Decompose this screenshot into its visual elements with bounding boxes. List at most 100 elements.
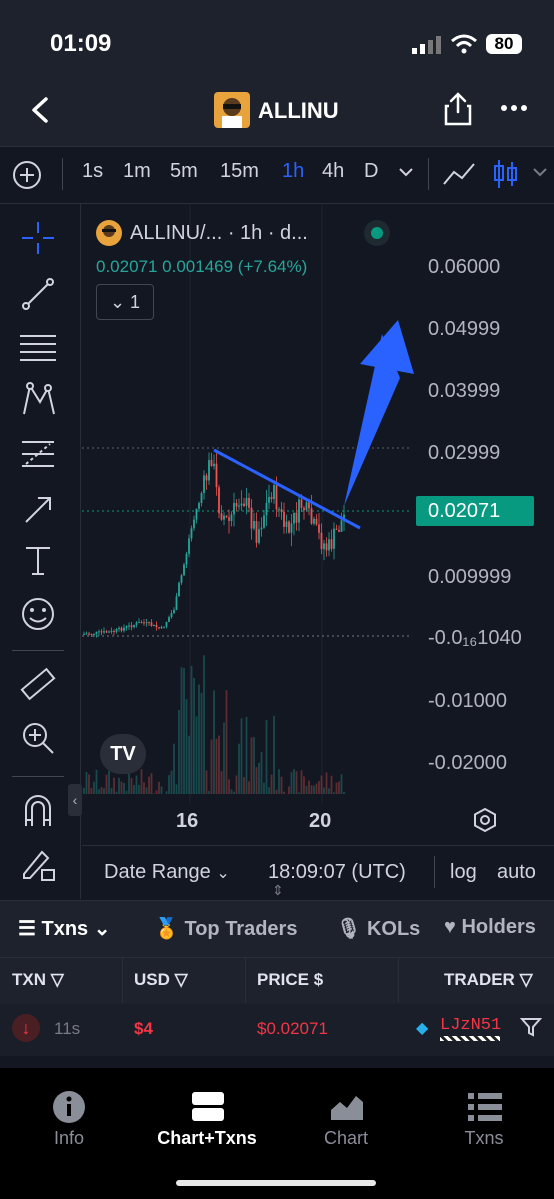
legend-collapse-button[interactable]: ⌄ 1 bbox=[96, 284, 154, 320]
chart-icon[interactable] bbox=[330, 1092, 364, 1122]
candle-body bbox=[93, 633, 95, 635]
volume-bar bbox=[183, 668, 185, 794]
y-tick: 0.04999 bbox=[428, 318, 501, 340]
nav-txns[interactable]: Txns bbox=[424, 1128, 544, 1149]
tab-txns[interactable]: ☰ Txns ⌄ bbox=[18, 916, 111, 941]
crosshair-icon[interactable] bbox=[18, 218, 58, 258]
candle-body bbox=[305, 502, 308, 511]
date-range-button[interactable]: Date Range ⌄ bbox=[104, 861, 230, 884]
candle-body bbox=[103, 631, 105, 633]
share-icon[interactable] bbox=[444, 92, 472, 126]
candle-body bbox=[125, 626, 128, 628]
candle-body bbox=[323, 543, 325, 550]
info-icon[interactable] bbox=[52, 1090, 86, 1124]
emoji-icon[interactable] bbox=[18, 594, 58, 634]
pattern-icon[interactable] bbox=[18, 380, 58, 420]
chevron-down-icon[interactable] bbox=[398, 166, 414, 178]
candle-body bbox=[338, 529, 340, 532]
volume-bar bbox=[170, 770, 173, 794]
volume-bar bbox=[265, 720, 268, 794]
txn-age: 11s bbox=[54, 1019, 81, 1038]
volume-bar bbox=[320, 775, 323, 794]
tab-kols[interactable]: 🎙 KOLs bbox=[336, 916, 420, 941]
filter-icon[interactable] bbox=[520, 1016, 542, 1038]
column-price[interactable]: PRICE $ bbox=[257, 970, 323, 990]
nav-chart[interactable]: Chart bbox=[286, 1128, 406, 1149]
volume-bar bbox=[273, 715, 275, 794]
resize-handle-icon[interactable]: ⇕ bbox=[272, 882, 284, 899]
volume-bar bbox=[143, 782, 145, 794]
volume-bar bbox=[180, 667, 183, 794]
interval-1h[interactable]: 1h bbox=[282, 160, 304, 183]
legend-title[interactable]: ALLINU/... · 1h · d... bbox=[130, 222, 308, 245]
tab-holders[interactable]: ♥ Holders bbox=[444, 916, 536, 939]
candle-body bbox=[318, 524, 320, 533]
interval-1s[interactable]: 1s bbox=[82, 160, 103, 183]
txn-trader[interactable]: LJzN51 bbox=[440, 1016, 501, 1035]
ruler-icon[interactable] bbox=[18, 664, 58, 704]
forecast-icon[interactable] bbox=[18, 434, 58, 474]
candle-type-icon[interactable] bbox=[492, 158, 520, 190]
nav-chart-txns[interactable]: Chart+Txns bbox=[147, 1128, 267, 1149]
interval-d[interactable]: D bbox=[364, 160, 378, 183]
y-tick: 0.009999 bbox=[428, 566, 512, 588]
column-txn[interactable]: TXN ▽ bbox=[12, 970, 64, 990]
interval-5m[interactable]: 5m bbox=[170, 160, 198, 183]
volume-bar bbox=[188, 735, 190, 794]
tradingview-logo[interactable]: TV bbox=[100, 734, 146, 774]
candle-body bbox=[258, 529, 260, 543]
auto-toggle[interactable]: auto bbox=[497, 861, 536, 884]
interval-4h[interactable]: 4h bbox=[322, 160, 344, 183]
volume-bar bbox=[293, 769, 295, 794]
candle-body bbox=[293, 512, 295, 524]
column-usd[interactable]: USD ▽ bbox=[134, 970, 188, 990]
candle-body bbox=[308, 502, 310, 509]
lock-drawings-icon[interactable] bbox=[18, 844, 58, 884]
candle-body bbox=[198, 503, 200, 509]
candle-body bbox=[130, 625, 133, 628]
add-indicator-icon[interactable] bbox=[12, 160, 42, 190]
candle-body bbox=[253, 521, 255, 529]
candle-body bbox=[238, 505, 240, 507]
text-tool-icon[interactable] bbox=[18, 540, 58, 580]
interval-1m[interactable]: 1m bbox=[123, 160, 151, 183]
nav-info[interactable]: Info bbox=[9, 1128, 129, 1149]
back-icon[interactable] bbox=[28, 96, 52, 124]
candle-body bbox=[110, 630, 113, 632]
settings-icon[interactable] bbox=[472, 806, 498, 834]
volume-bar bbox=[140, 769, 143, 794]
collapse-toolbar-handle[interactable]: ‹ bbox=[68, 784, 82, 816]
volume-bar bbox=[220, 771, 223, 794]
candle-body bbox=[108, 631, 110, 633]
volume-bar bbox=[295, 771, 298, 794]
volume-bar bbox=[193, 677, 195, 794]
more-icon[interactable] bbox=[500, 104, 528, 112]
volume-bar bbox=[223, 722, 225, 794]
column-trader[interactable]: TRADER ▽ bbox=[444, 970, 533, 990]
candle-body bbox=[280, 509, 283, 512]
arrow-tool-icon[interactable] bbox=[18, 488, 58, 528]
log-toggle[interactable]: log bbox=[450, 861, 477, 884]
magnet-icon[interactable] bbox=[18, 792, 58, 832]
chevron-down-icon[interactable] bbox=[532, 166, 548, 178]
candle-body bbox=[208, 459, 210, 481]
fib-retracement-icon[interactable] bbox=[18, 328, 58, 368]
volume-bar bbox=[138, 785, 140, 794]
status-indicator bbox=[364, 220, 390, 246]
volume-bar bbox=[120, 781, 123, 794]
tab-top-traders[interactable]: 🏅 Top Traders bbox=[154, 916, 297, 941]
candle-body bbox=[298, 499, 300, 523]
trend-line-icon[interactable] bbox=[18, 274, 58, 314]
zoom-in-icon[interactable] bbox=[18, 718, 58, 758]
volume-bar bbox=[238, 743, 240, 794]
indicators-icon[interactable] bbox=[442, 160, 476, 188]
list-icon[interactable] bbox=[468, 1092, 502, 1122]
candle-body bbox=[178, 582, 180, 597]
interval-15m[interactable]: 15m bbox=[220, 160, 259, 183]
volume-bar bbox=[165, 791, 168, 794]
home-indicator bbox=[176, 1180, 376, 1186]
volume-bar bbox=[153, 793, 155, 794]
chart-txns-icon[interactable] bbox=[192, 1092, 224, 1122]
volume-bar bbox=[313, 785, 315, 794]
divider bbox=[398, 957, 399, 1003]
